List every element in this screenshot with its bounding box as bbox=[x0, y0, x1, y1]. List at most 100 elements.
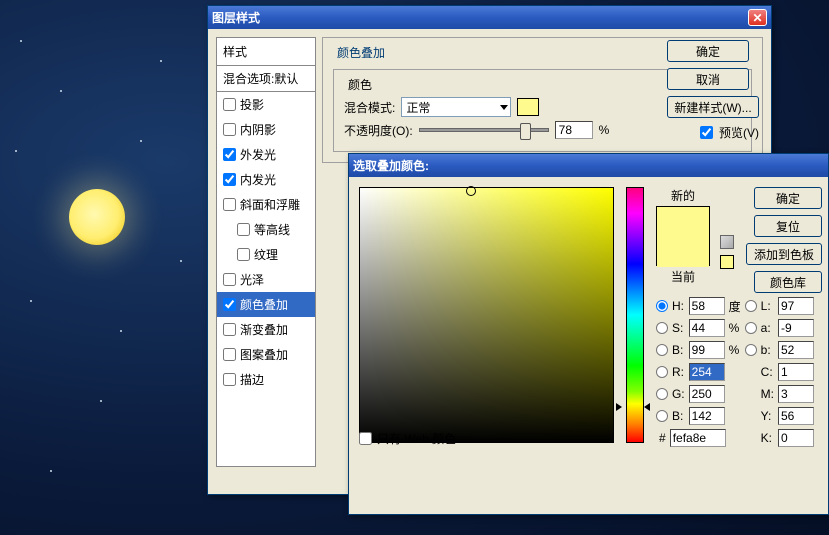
color-picker-title: 选取叠加颜色: bbox=[353, 157, 429, 174]
cube-icon[interactable] bbox=[720, 235, 734, 249]
radio-b2[interactable] bbox=[745, 344, 757, 356]
r-input[interactable] bbox=[689, 363, 725, 381]
style-row-9[interactable]: 渐变叠加 bbox=[217, 317, 315, 342]
hue-slider[interactable] bbox=[626, 187, 644, 443]
web-only-checkbox[interactable] bbox=[359, 432, 372, 445]
new-current-swatch[interactable] bbox=[656, 206, 710, 266]
style-checkbox[interactable] bbox=[237, 223, 250, 236]
c-input[interactable] bbox=[778, 363, 814, 381]
cp-add-button[interactable]: 添加到色板 bbox=[746, 243, 822, 265]
opacity-input[interactable] bbox=[555, 121, 593, 139]
style-label: 内发光 bbox=[240, 171, 276, 188]
y-input[interactable] bbox=[778, 407, 814, 425]
layer-style-titlebar[interactable]: 图层样式 ✕ bbox=[208, 6, 771, 29]
style-label: 颜色叠加 bbox=[240, 296, 288, 313]
style-checkbox[interactable] bbox=[223, 173, 236, 186]
style-row-8[interactable]: 颜色叠加 bbox=[217, 292, 315, 317]
dialog-buttons: 确定 取消 新建样式(W)... 预览(V) bbox=[667, 40, 759, 145]
new-style-button[interactable]: 新建样式(W)... bbox=[667, 96, 759, 118]
color-swatch[interactable] bbox=[517, 98, 539, 116]
slider-thumb[interactable] bbox=[520, 123, 531, 140]
blend-mode-label: 混合模式: bbox=[344, 99, 395, 116]
b-input[interactable] bbox=[689, 341, 725, 359]
current-color-label: 当前 bbox=[671, 268, 695, 285]
radio-g[interactable] bbox=[656, 388, 668, 400]
panel-title: 颜色叠加 bbox=[333, 44, 389, 61]
cp-lib-button[interactable]: 颜色库 bbox=[754, 271, 822, 293]
a-input[interactable] bbox=[778, 319, 814, 337]
color-picker-titlebar[interactable]: 选取叠加颜色: bbox=[349, 154, 828, 177]
blending-options-label: 混合选项:默认 bbox=[223, 70, 298, 87]
style-checkbox[interactable] bbox=[223, 323, 236, 336]
k-input[interactable] bbox=[778, 429, 814, 447]
current-color-swatch bbox=[657, 237, 709, 267]
new-color-label: 新的 bbox=[671, 187, 695, 204]
style-row-7[interactable]: 光泽 bbox=[217, 267, 315, 292]
m-input[interactable] bbox=[778, 385, 814, 403]
hex-input[interactable] bbox=[670, 429, 726, 447]
style-label: 投影 bbox=[240, 96, 264, 113]
blend-mode-select[interactable]: 正常 bbox=[401, 97, 511, 117]
inner-title: 颜色 bbox=[344, 76, 376, 93]
b2-input[interactable] bbox=[778, 341, 814, 359]
radio-s[interactable] bbox=[656, 322, 668, 334]
style-checkbox[interactable] bbox=[237, 248, 250, 261]
radio-l[interactable] bbox=[745, 300, 757, 312]
style-label: 等高线 bbox=[254, 221, 290, 238]
style-label: 纹理 bbox=[254, 246, 278, 263]
radio-bl[interactable] bbox=[656, 410, 668, 422]
g-input[interactable] bbox=[689, 385, 725, 403]
style-checkbox[interactable] bbox=[223, 198, 236, 211]
ok-button[interactable]: 确定 bbox=[667, 40, 749, 62]
style-row-11[interactable]: 描边 bbox=[217, 367, 315, 392]
websafe-swatch[interactable] bbox=[720, 255, 734, 269]
chevron-down-icon bbox=[500, 105, 508, 110]
radio-h[interactable] bbox=[656, 300, 668, 312]
style-checkbox[interactable] bbox=[223, 98, 236, 111]
style-label: 描边 bbox=[240, 371, 264, 388]
hue-arrow-right-icon bbox=[644, 403, 650, 411]
style-row-2[interactable]: 外发光 bbox=[217, 142, 315, 167]
style-row-0[interactable]: 投影 bbox=[217, 92, 315, 117]
radio-b[interactable] bbox=[656, 344, 668, 356]
new-color-swatch bbox=[657, 207, 709, 237]
color-field[interactable] bbox=[359, 187, 614, 443]
style-row-5[interactable]: 等高线 bbox=[217, 217, 315, 242]
style-label: 外发光 bbox=[240, 146, 276, 163]
style-checkbox[interactable] bbox=[223, 348, 236, 361]
cp-reset-button[interactable]: 复位 bbox=[754, 215, 822, 237]
style-row-3[interactable]: 内发光 bbox=[217, 167, 315, 192]
color-values-grid: H:度 L: S:% a: B:% b: R: C: G: M: B: Y: K… bbox=[656, 297, 818, 447]
radio-r[interactable] bbox=[656, 366, 668, 378]
bl-input[interactable] bbox=[689, 407, 725, 425]
blending-options-row[interactable]: 混合选项:默认 bbox=[217, 66, 315, 92]
style-row-6[interactable]: 纹理 bbox=[217, 242, 315, 267]
opacity-label: 不透明度(O): bbox=[344, 122, 413, 139]
styles-list: 样式 混合选项:默认 投影内阴影外发光内发光斜面和浮雕等高线纹理光泽颜色叠加渐变… bbox=[216, 37, 316, 467]
style-label: 内阴影 bbox=[240, 121, 276, 138]
s-input[interactable] bbox=[689, 319, 725, 337]
style-row-1[interactable]: 内阴影 bbox=[217, 117, 315, 142]
cancel-button[interactable]: 取消 bbox=[667, 68, 749, 90]
close-icon[interactable]: ✕ bbox=[748, 9, 767, 26]
preview-checkbox[interactable] bbox=[700, 126, 713, 139]
styles-header[interactable]: 样式 bbox=[217, 38, 315, 66]
style-checkbox[interactable] bbox=[223, 148, 236, 161]
blend-mode-value: 正常 bbox=[406, 99, 430, 116]
radio-a[interactable] bbox=[745, 322, 757, 334]
cp-ok-button[interactable]: 确定 bbox=[754, 187, 822, 209]
hue-arrow-left-icon bbox=[616, 403, 622, 411]
h-input[interactable] bbox=[689, 297, 725, 315]
style-checkbox[interactable] bbox=[223, 373, 236, 386]
style-row-4[interactable]: 斜面和浮雕 bbox=[217, 192, 315, 217]
web-only-label: 只有 Web 颜色 bbox=[377, 430, 456, 447]
style-label: 光泽 bbox=[240, 271, 264, 288]
color-field-marker[interactable] bbox=[466, 186, 476, 196]
l-input[interactable] bbox=[778, 297, 814, 315]
style-checkbox[interactable] bbox=[223, 273, 236, 286]
style-row-10[interactable]: 图案叠加 bbox=[217, 342, 315, 367]
opacity-slider[interactable] bbox=[419, 128, 549, 132]
style-checkbox[interactable] bbox=[223, 123, 236, 136]
style-label: 斜面和浮雕 bbox=[240, 196, 300, 213]
style-checkbox[interactable] bbox=[223, 298, 236, 311]
